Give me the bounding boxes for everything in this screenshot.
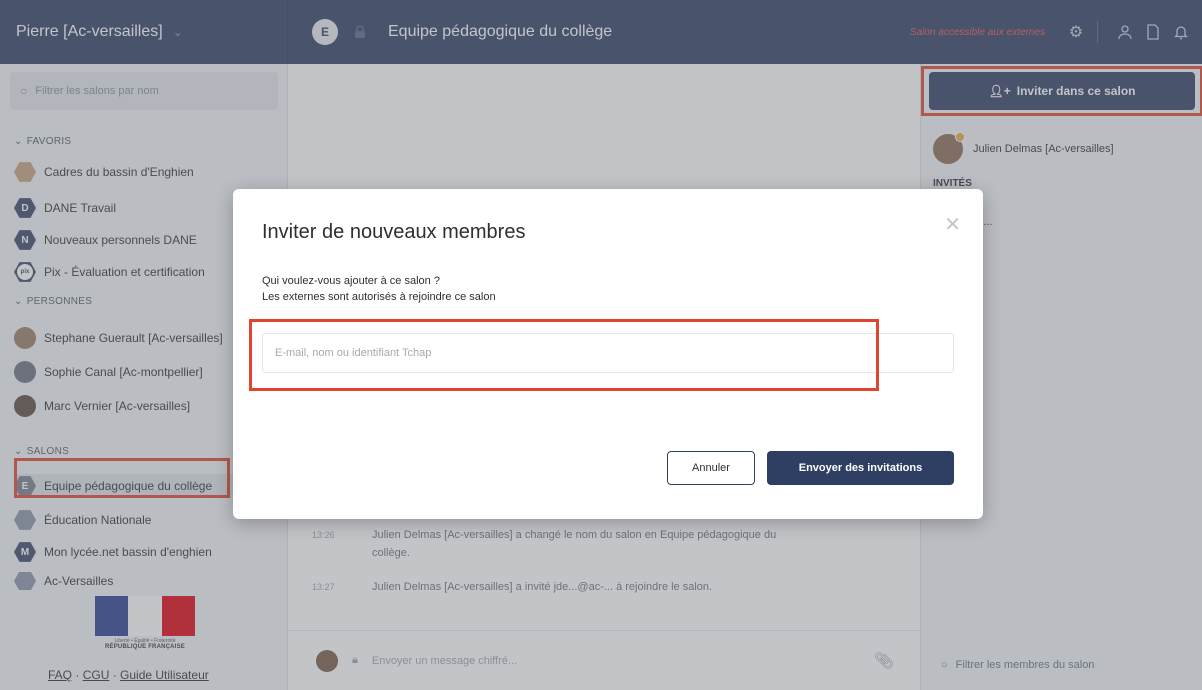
close-icon[interactable]: ✕ xyxy=(944,215,961,235)
externals-note: Les externes sont autorisés à rejoindre … xyxy=(262,291,496,303)
invite-members-dialog: ✕ Inviter de nouveaux membres Qui voulez… xyxy=(233,189,983,519)
dialog-title: Inviter de nouveaux membres xyxy=(262,221,526,243)
send-invitations-button[interactable]: Envoyer des invitations xyxy=(767,451,954,485)
dialog-question: Qui voulez-vous ajouter à ce salon ? xyxy=(262,275,440,287)
highlight-box-input xyxy=(249,319,879,391)
cancel-button[interactable]: Annuler xyxy=(667,451,755,485)
